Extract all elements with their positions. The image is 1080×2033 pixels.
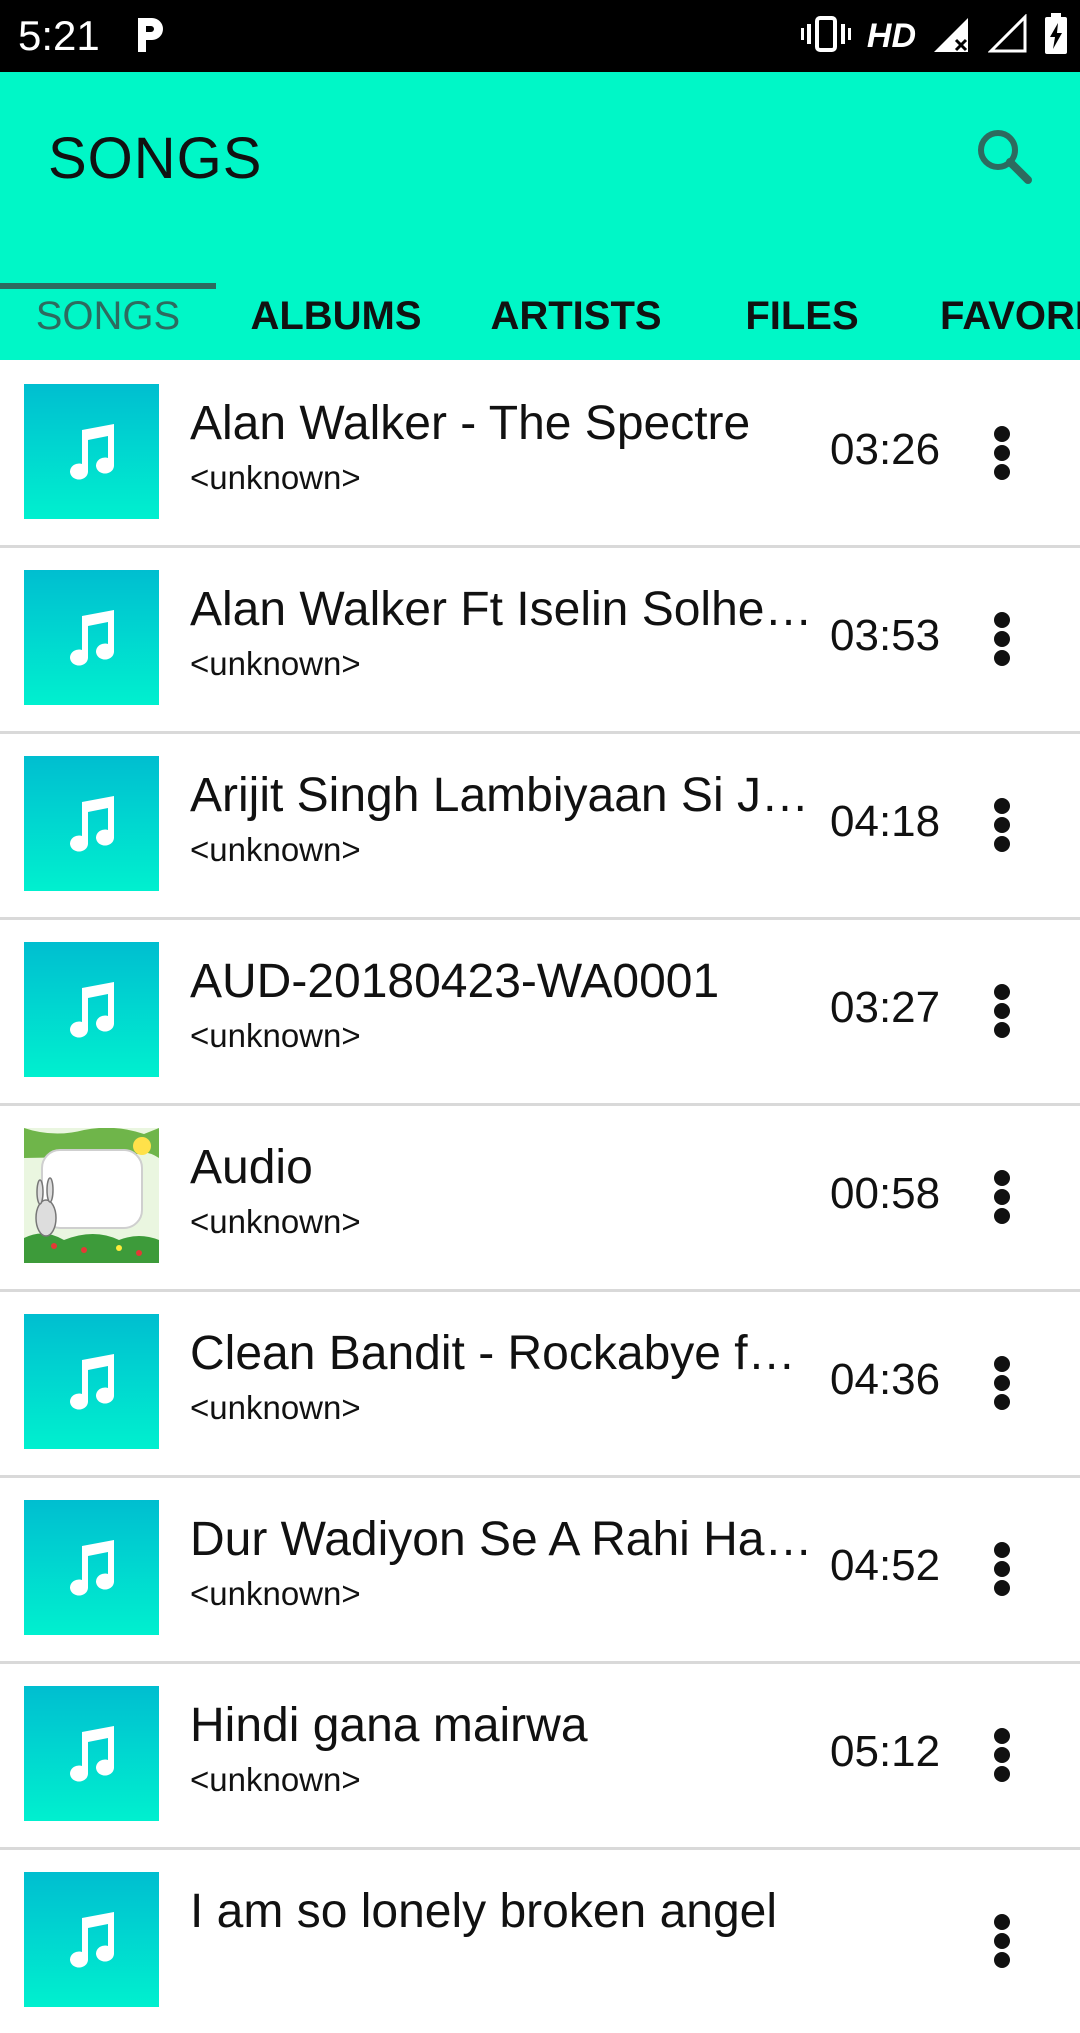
list-item[interactable]: Hindi gana mairwa <unknown> 05:12 <box>0 1662 1080 1850</box>
music-note-icon <box>69 1911 114 1968</box>
song-duration: 03:26 <box>830 425 941 474</box>
song-artist: <unknown> <box>190 1761 361 1798</box>
list-item[interactable]: Dur Wadiyon Se A Rahi Hai… <unknown> 04:… <box>0 1476 1080 1664</box>
song-artist: <unknown> <box>190 1575 361 1612</box>
list-item[interactable]: Alan Walker Ft Iselin Solhei… <unknown> … <box>0 546 1080 734</box>
song-duration: 04:18 <box>830 797 941 846</box>
song-duration: 04:36 <box>830 1355 941 1404</box>
song-duration: 03:53 <box>830 611 941 660</box>
battery-charging-icon <box>1044 12 1068 60</box>
search-button[interactable] <box>972 124 1036 188</box>
status-indicators: HD <box>800 12 1068 60</box>
more-options-icon[interactable] <box>980 1348 1024 1418</box>
more-options-icon[interactable] <box>980 1906 1024 1976</box>
more-options-icon[interactable] <box>980 1534 1024 1604</box>
album-art <box>24 570 159 705</box>
song-duration: 03:27 <box>830 983 941 1032</box>
album-art <box>24 942 159 1077</box>
song-artist: <unknown> <box>190 1017 361 1054</box>
album-art <box>24 1872 159 2007</box>
more-options-icon[interactable] <box>980 1162 1024 1232</box>
song-title: Dur Wadiyon Se A Rahi Hai… <box>190 1513 814 1566</box>
more-options-icon[interactable] <box>980 790 1024 860</box>
song-artist: <unknown> <box>190 459 361 496</box>
album-art <box>24 1314 159 1449</box>
song-title: Hindi gana mairwa <box>190 1699 588 1752</box>
parking-app-icon <box>134 14 170 61</box>
music-note-icon <box>69 1725 114 1782</box>
tab-artists[interactable]: ARTISTS <box>456 272 696 360</box>
song-artist: <unknown> <box>190 645 361 682</box>
song-artist: <unknown> <box>190 831 361 868</box>
vibrate-icon <box>800 14 851 59</box>
music-note-icon <box>69 795 114 852</box>
tab-favorites[interactable]: FAVORI <box>940 272 1080 360</box>
album-art-cartoon <box>24 1128 159 1263</box>
album-art <box>24 1686 159 1821</box>
song-duration: 00:58 <box>830 1169 941 1218</box>
tab-files[interactable]: FILES <box>696 272 908 360</box>
album-art <box>24 1500 159 1635</box>
signal-icon <box>932 14 972 59</box>
tab-selected-indicator <box>0 283 216 289</box>
list-item[interactable]: I am so lonely broken angel <box>0 1848 1080 2033</box>
music-note-icon <box>69 1539 114 1596</box>
album-art <box>24 384 159 519</box>
status-bar: 5:21 HD <box>0 0 1080 72</box>
song-title: Alan Walker Ft Iselin Solhei… <box>190 583 814 636</box>
song-artist: <unknown> <box>190 1389 361 1426</box>
song-title: AUD-20180423-WA0001 <box>190 955 720 1008</box>
search-icon <box>978 130 1032 184</box>
song-title: Alan Walker - The Spectre <box>190 397 751 450</box>
album-art <box>24 756 159 891</box>
app-bar: SONGS SONGS ALBUMS ARTISTS FILES FAVORI <box>0 72 1080 360</box>
more-options-icon[interactable] <box>980 418 1024 488</box>
more-options-icon[interactable] <box>980 976 1024 1046</box>
status-time: 5:21 <box>18 12 100 59</box>
song-artist: <unknown> <box>190 1203 361 1240</box>
network-type: HD <box>866 16 916 55</box>
song-title: Arijit Singh Lambiyaan Si J… <box>190 769 809 822</box>
music-note-icon <box>69 1353 114 1410</box>
more-options-icon[interactable] <box>980 1720 1024 1790</box>
song-title: Clean Bandit - Rockabye feat <box>190 1327 814 1380</box>
song-title: Audio <box>190 1141 313 1194</box>
list-item[interactable]: Alan Walker - The Spectre <unknown> 03:2… <box>0 360 1080 548</box>
song-title: I am so lonely broken angel <box>190 1885 778 1938</box>
list-item[interactable]: Audio <unknown> 00:58 <box>0 1104 1080 1292</box>
cartoon-frame-image <box>24 1128 159 1263</box>
song-duration: 05:12 <box>830 1727 941 1776</box>
music-note-icon <box>69 609 114 666</box>
signal-empty-icon <box>987 12 1028 59</box>
list-item[interactable]: Clean Bandit - Rockabye feat <unknown> 0… <box>0 1290 1080 1478</box>
page-title: SONGS <box>48 126 263 191</box>
list-item[interactable]: Arijit Singh Lambiyaan Si J… <unknown> 0… <box>0 732 1080 920</box>
music-note-icon <box>69 423 114 480</box>
tab-albums[interactable]: ALBUMS <box>216 272 456 360</box>
more-options-icon[interactable] <box>980 604 1024 674</box>
list-item[interactable]: AUD-20180423-WA0001 <unknown> 03:27 <box>0 918 1080 1106</box>
song-duration: 04:52 <box>830 1541 941 1590</box>
music-note-icon <box>69 981 114 1038</box>
